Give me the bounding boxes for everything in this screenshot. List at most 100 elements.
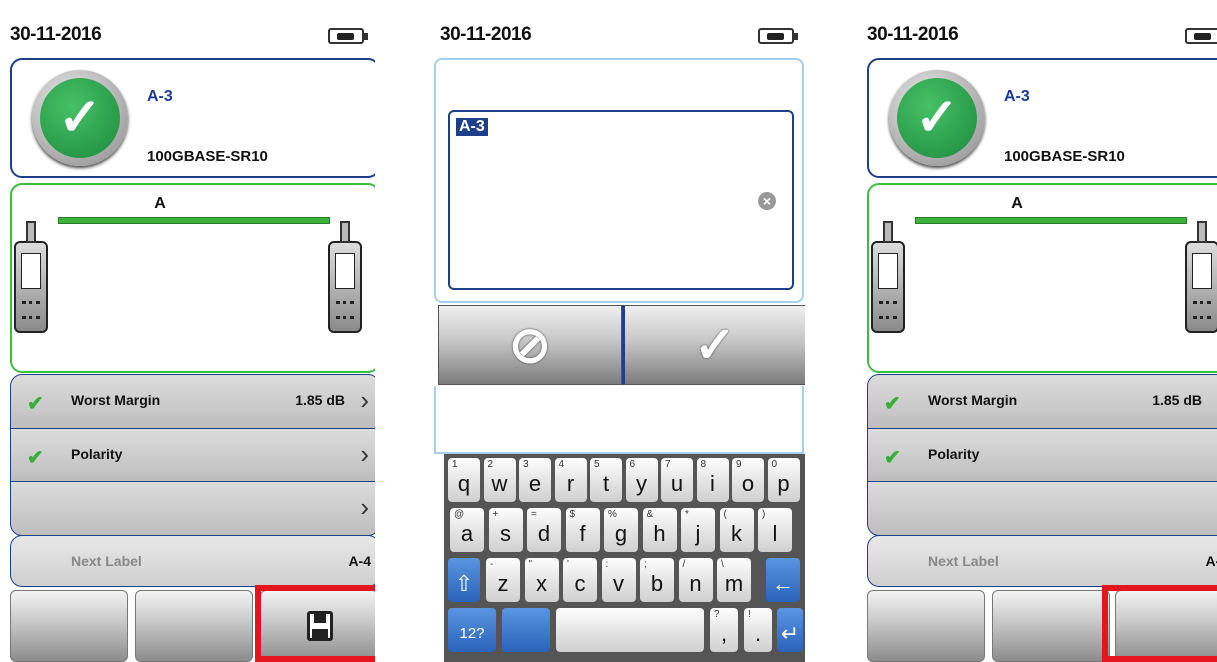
softkey-2-button[interactable] [992,590,1110,662]
softkey-1-button[interactable] [10,590,128,662]
key-d[interactable]: = d [527,508,561,552]
key-char: p [777,471,790,496]
pass-check-icon: ✔ [27,447,44,469]
symbols-mode-key[interactable]: 12? [448,608,496,652]
tester-right-icon [1185,221,1217,333]
key-y[interactable]: 6y [625,458,658,502]
key-alt-char: ( [723,509,727,520]
key-char: i [710,471,715,496]
pass-check-icon: ✔ [884,393,901,415]
next-label-value: A-4 [1205,553,1217,569]
key-i[interactable]: 8i [696,458,729,502]
row-label: Worst Margin [71,392,161,408]
key-q[interactable]: 1q [448,458,480,502]
key-c[interactable]: ' c [563,558,597,602]
key-e[interactable]: 3e [519,458,551,502]
key-h[interactable]: & h [642,508,677,552]
pass-check-icon: ✔ [884,447,901,469]
space-key[interactable] [556,608,704,652]
key-alt-char: * [685,509,689,520]
key-u[interactable]: 7u [661,458,693,502]
key-alt-char: ; [644,559,647,570]
key-m[interactable]: \ m [717,558,751,602]
link-label: A [1011,195,1023,212]
link-diagram[interactable]: A [10,183,375,373]
confirm-button[interactable]: ✓ [622,305,805,385]
key-j[interactable]: * j [681,508,715,552]
edit-dialog: A-3 × [434,58,804,303]
battery-icon [1185,28,1217,44]
next-label-row[interactable]: Next Label A-4 [867,535,1217,587]
date-display: 30-11-2016 [10,24,102,45]
key-alt-char: = [531,509,537,520]
key-l[interactable]: ) l [758,508,792,552]
key-char: r [566,471,575,496]
key-alt-char: 2 [487,459,494,470]
key-alt-char: 5 [594,459,600,470]
key-char: m [724,571,744,596]
shift-key-icon[interactable]: ⇧ [448,558,480,602]
key-char: w [491,471,508,496]
label-input[interactable]: A-3 × [448,110,794,290]
key-n[interactable]: / n [678,558,713,602]
result-summary-card[interactable]: ✓ A-3 100GBASE-SR10 [10,58,375,178]
fiber-link-line [58,217,330,224]
next-label-row[interactable]: Next Label A-4 [10,535,375,587]
key-t[interactable]: 5t [590,458,622,502]
key-char: j [695,521,701,546]
polarity-row[interactable]: ✔ Polarity › [10,428,375,483]
battery-icon [758,28,798,44]
key-z[interactable]: -z [486,558,520,602]
key-f[interactable]: $ f [565,508,600,552]
keyboard-hide-key-icon[interactable] [502,608,550,652]
dialog-spacer [434,386,804,454]
key-char: 12? [459,625,485,642]
key-alt-char: 9 [736,459,742,470]
enter-key-icon[interactable]: ↵ [777,608,803,652]
key-period[interactable]: !. [744,608,772,652]
key-char: a [460,521,474,546]
key-b[interactable]: ; b [640,558,674,602]
clear-x-icon[interactable]: × [758,192,776,210]
key-char: ⇧ [454,571,474,596]
worst-margin-row[interactable]: ✔ Worst Margin 1.85 dB › [867,374,1217,430]
key-s[interactable]: + s [488,508,523,552]
selected-text: A-3 [456,118,488,136]
next-label-value: A-4 [348,553,371,569]
result-id: A-3 [1004,88,1030,105]
key-a[interactable]: @ a [450,508,484,552]
empty-row[interactable]: › [10,481,375,536]
row-value: 1.85 dB [1152,392,1202,408]
polarity-row[interactable]: ✔ Polarity › [867,428,1217,483]
key-k[interactable]: (k [719,508,754,552]
chevron-right-icon: › [360,492,369,522]
key-g[interactable]: % g [604,508,638,552]
key-o[interactable]: 9o [732,458,764,502]
chevron-right-icon: › [360,439,369,469]
result-screen-after-save: 30-11-2016 ✓ A-3 100GBASE-SR10 A ✔ Worst… [857,18,1217,662]
result-summary-card[interactable]: ✓ A-3 100GBASE-SR10 [867,58,1217,178]
key-p[interactable]: 0p [767,458,800,502]
softkey-2-button[interactable] [135,590,253,662]
backspace-key-icon[interactable]: ← [766,558,800,602]
link-diagram[interactable]: A [867,183,1217,373]
key-alt-char: + [492,509,499,520]
key-alt-char: : [605,559,609,570]
key-w[interactable]: 2w [483,458,516,502]
softkey-1-button[interactable] [867,590,985,662]
checkmark-icon: ✓ [694,317,736,373]
key-r[interactable]: 4r [554,458,587,502]
key-char: ↵ [780,621,800,646]
cancel-button[interactable]: ⊘ [438,305,622,385]
key-alt-char: 1 [452,459,458,470]
key-char: q [457,471,471,496]
key-alt-char: ! [748,609,751,620]
result-screen-before-save: 30-11-2016 ✓ A-3 100GBASE-SR10 A ✔ Worst… [0,18,375,662]
key-comma[interactable]: ?, [710,608,738,652]
key-x[interactable]: " x [524,558,559,602]
key-alt-char: - [490,559,494,570]
key-v[interactable]: :v [601,558,636,602]
empty-row[interactable]: › [867,481,1217,536]
worst-margin-row[interactable]: ✔ Worst Margin 1.85 dB › [10,374,375,430]
key-alt-char: \ [721,559,724,570]
